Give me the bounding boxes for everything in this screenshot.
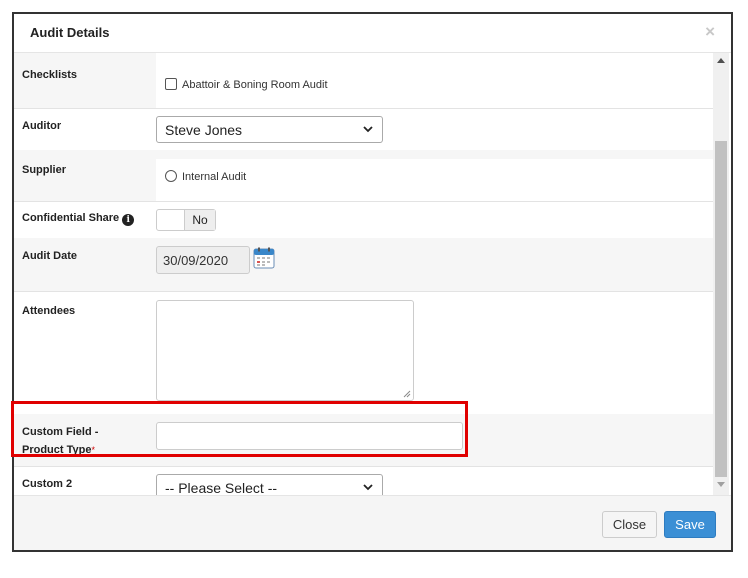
scrollbar[interactable] (713, 53, 729, 495)
dialog-footer: Close Save (14, 495, 731, 550)
checklists-row: Checklists Abattoir & Boning Room Audit (14, 53, 713, 109)
audit-details-dialog: Audit Details × Checklists Abattoir & Bo… (12, 12, 733, 552)
chevron-down-icon (363, 126, 373, 133)
resize-handle-icon[interactable] (403, 390, 411, 398)
chevron-down-icon (363, 484, 373, 491)
confidential-share-toggle[interactable]: No (156, 209, 216, 231)
supplier-label: Supplier (22, 164, 67, 176)
custom2-value: -- Please Select -- (165, 480, 278, 495)
info-icon[interactable]: i (122, 214, 135, 226)
toggle-value: No (184, 210, 215, 230)
close-icon[interactable]: × (705, 23, 715, 40)
auditor-label: Auditor (22, 120, 62, 132)
audit-date-value: 30/09/2020 (163, 253, 229, 268)
supplier-radio[interactable] (165, 170, 177, 182)
audit-date-label: Audit Date (22, 250, 77, 262)
audit-date-input[interactable]: 30/09/2020 (156, 246, 250, 274)
supplier-row: Supplier Internal Audit (14, 150, 713, 202)
attendees-textarea[interactable] (156, 300, 414, 401)
custom2-row: Custom 2 -- Please Select -- (14, 466, 713, 495)
supplier-option-label[interactable]: Internal Audit (182, 171, 246, 183)
checklist-checkbox[interactable] (165, 78, 177, 90)
custom2-select[interactable]: -- Please Select -- (156, 474, 383, 495)
attendees-label: Attendees (22, 305, 76, 317)
confidential-share-label: Confidential Share i (22, 212, 135, 226)
highlight-box (11, 401, 468, 457)
scrollbar-thumb[interactable] (715, 141, 727, 477)
calendar-icon[interactable] (253, 247, 275, 269)
dialog-header: Audit Details × (14, 14, 731, 53)
auditor-value: Steve Jones (165, 122, 243, 138)
attendees-row: Attendees (14, 291, 713, 415)
audit-date-row: Audit Date 30/09/2020 (14, 238, 713, 292)
checklists-label: Checklists (22, 69, 78, 81)
save-button[interactable]: Save (664, 511, 716, 538)
dialog-title: Audit Details (30, 25, 110, 40)
confidential-share-row: Confidential Share i No (14, 201, 713, 239)
custom2-label: Custom 2 (22, 478, 73, 490)
scroll-down-icon[interactable] (717, 482, 725, 487)
checklist-option-label[interactable]: Abattoir & Boning Room Audit (182, 79, 328, 91)
scroll-up-icon[interactable] (717, 58, 725, 63)
auditor-row: Auditor Steve Jones (14, 108, 713, 151)
auditor-select[interactable]: Steve Jones (156, 116, 383, 143)
close-button[interactable]: Close (602, 511, 657, 538)
